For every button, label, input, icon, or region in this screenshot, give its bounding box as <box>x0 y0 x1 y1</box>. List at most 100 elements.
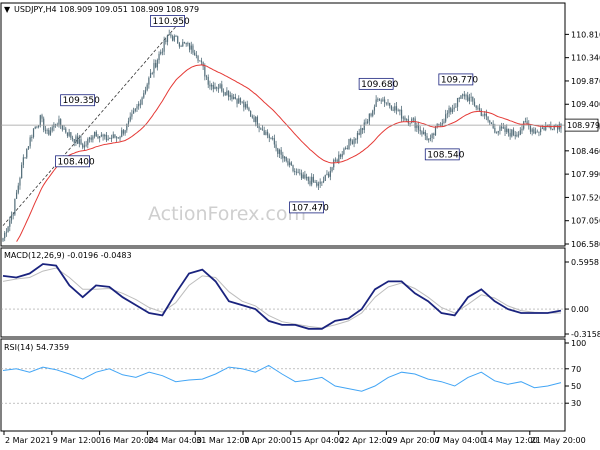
candle-body <box>26 148 28 158</box>
candle-body <box>10 215 13 221</box>
candle-body <box>499 126 501 131</box>
candle-body <box>350 138 352 142</box>
candle-body <box>317 183 320 186</box>
candle-body <box>501 126 503 129</box>
candle-body <box>480 109 482 116</box>
candle-body <box>428 138 430 141</box>
candle-body <box>494 127 496 133</box>
candle-body <box>467 95 469 101</box>
candle-body <box>38 125 40 127</box>
candle-body <box>214 86 216 90</box>
candle-body <box>216 86 218 89</box>
time-x-axis: 2 Mar 2021 9 Mar 12:00 16 Mar 20:0024 Mar … <box>3 431 586 445</box>
candle-body <box>394 106 396 111</box>
candle-body <box>419 129 421 132</box>
candle-body <box>506 128 508 132</box>
candle-body <box>538 132 540 133</box>
candle-body <box>266 131 269 136</box>
candle-body <box>455 106 457 108</box>
candle-body <box>473 101 476 106</box>
candle-body <box>400 109 403 119</box>
candle-body <box>312 176 314 182</box>
candle-body <box>451 109 454 113</box>
candle-body <box>132 110 135 114</box>
time-tick-label: 21 May 20:00 <box>531 436 586 445</box>
candle-body <box>119 136 121 139</box>
candle-body <box>382 99 384 102</box>
candle-body <box>540 128 542 133</box>
candle-body <box>212 84 214 90</box>
candle-body <box>248 108 250 111</box>
candle-body <box>533 129 535 134</box>
symbol-header: USDJPY,H4 108.909 109.051 108.909 108.97… <box>14 5 199 14</box>
candle-body <box>268 135 270 138</box>
candle-body <box>112 134 114 139</box>
candle-body <box>158 53 160 61</box>
candle-body <box>487 116 489 121</box>
candle-body <box>131 113 133 117</box>
candle-body <box>15 192 18 199</box>
annotation-label: 108.540 <box>427 150 464 160</box>
candle-body <box>34 126 36 129</box>
candle-body <box>512 129 515 135</box>
time-tick-label: 15 Apr 04:00 <box>292 436 344 445</box>
time-tick-label: 14 May 12:00 <box>483 436 538 445</box>
candle-body <box>497 130 499 133</box>
candle-body <box>148 77 150 85</box>
candle-body <box>139 103 141 105</box>
candle-body <box>389 102 391 106</box>
candle-body <box>53 124 55 128</box>
candle-body <box>390 105 392 110</box>
annotation-label: 109.680 <box>361 80 398 90</box>
candle-body <box>492 123 494 128</box>
candle-body <box>200 60 203 63</box>
candle-body <box>117 137 119 139</box>
annotation-label: 109.770 <box>441 75 478 85</box>
candle-body <box>194 52 196 56</box>
candle-body <box>88 137 91 140</box>
candle-body <box>322 180 325 183</box>
candle-body <box>280 149 282 155</box>
candle-body <box>83 145 86 148</box>
candle-body <box>295 171 298 173</box>
candle-body <box>7 226 9 233</box>
candle-body <box>229 95 231 97</box>
watermark: ActionForex.com <box>148 203 306 225</box>
candle-body <box>63 128 65 130</box>
candle-body <box>250 110 252 117</box>
candle-body <box>227 90 230 97</box>
macd-tick-label: 0.00 <box>571 305 589 314</box>
candle-body <box>239 98 242 103</box>
candle-body <box>278 149 281 154</box>
candle-body <box>304 174 306 179</box>
candle-body <box>399 109 401 112</box>
candle-body <box>273 138 275 145</box>
rsi-tick-label: 30 <box>571 399 581 408</box>
candle-body <box>429 137 432 139</box>
candle-body <box>557 125 559 130</box>
time-tick-label: 16 Mar 20:00 <box>101 436 154 445</box>
rsi-main-line <box>2 364 562 392</box>
candle-body <box>222 91 225 93</box>
candle-body <box>253 117 255 123</box>
candle-body <box>311 176 313 185</box>
trend-line <box>2 26 177 226</box>
candle-body <box>17 185 19 193</box>
candle-body <box>22 157 24 165</box>
candle-body <box>339 154 342 157</box>
candle-body <box>29 137 31 147</box>
candle-body <box>187 43 189 45</box>
rsi-line <box>2 364 562 392</box>
price-tick-label: 109.870 <box>571 77 600 86</box>
candle-body <box>260 128 262 130</box>
candle-body <box>24 157 26 159</box>
candle-body <box>333 159 335 168</box>
candle-body <box>61 125 63 130</box>
candle-body <box>2 238 4 241</box>
candle-body <box>170 34 172 37</box>
collapse-arrow-icon[interactable]: ▼ <box>4 5 11 14</box>
candle-body <box>290 162 292 166</box>
macd-pane <box>0 247 566 338</box>
time-tick-label: 9 Mar 12:00 <box>53 436 101 445</box>
candle-body <box>338 154 340 162</box>
